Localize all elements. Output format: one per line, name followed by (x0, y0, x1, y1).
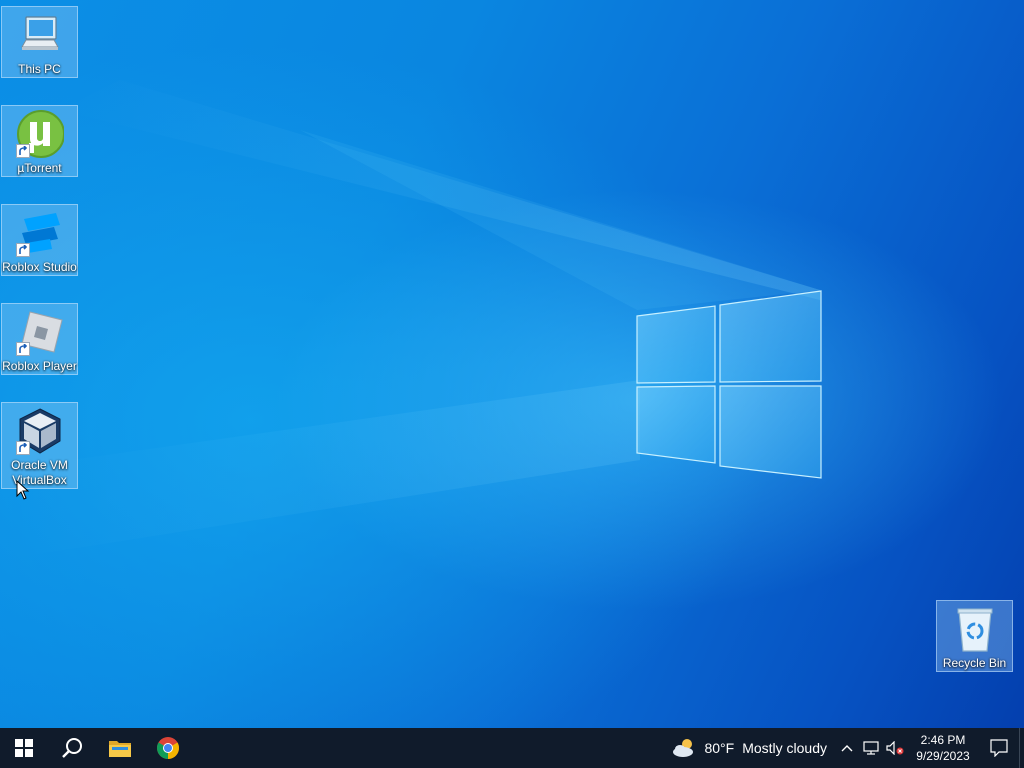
shortcut-arrow-icon (15, 144, 30, 158)
mouse-pointer-icon (16, 479, 30, 505)
network-icon (863, 741, 879, 755)
desktop-icon-utorrent[interactable]: µTorrent (1, 105, 78, 177)
volume-button[interactable] (883, 728, 907, 768)
desktop-icon-recycle-bin[interactable]: Recycle Bin (936, 600, 1013, 672)
desktop-icon-roblox-player[interactable]: Roblox Player (1, 303, 78, 375)
chevron-up-icon (841, 745, 853, 752)
desktop-icon-label: Roblox Player (2, 359, 77, 373)
show-desktop-button[interactable] (1019, 728, 1024, 768)
desktop-icon-roblox-studio[interactable]: Roblox Studio (1, 204, 78, 276)
taskbar-clock[interactable]: 2:46 PM 9/29/2023 (907, 728, 979, 768)
virtualbox-icon (15, 407, 64, 455)
desktop-icon-label: This PC (18, 62, 61, 76)
notification-icon (990, 739, 1008, 757)
partly-cloudy-icon (673, 739, 694, 757)
recycle-bin-icon (951, 605, 999, 653)
windows-logo-wallpaper (0, 80, 822, 560)
desktop-icon-label: µTorrent (17, 161, 62, 175)
shortcut-arrow-icon (15, 243, 30, 257)
search-icon (62, 738, 82, 758)
clock-date: 9/29/2023 (916, 749, 970, 763)
desktop-icon-label: Oracle VM VirtualBox (11, 458, 68, 487)
desktop-icon-virtualbox[interactable]: Oracle VM VirtualBox (1, 402, 78, 489)
clock-time: 2:46 PM (920, 733, 966, 747)
weather-condition: Mostly cloudy (742, 740, 827, 756)
desktop-wallpaper (0, 0, 1024, 728)
search-button[interactable] (48, 728, 96, 768)
chrome-icon (157, 737, 179, 759)
volume-muted-icon (886, 741, 904, 755)
shortcut-arrow-icon (15, 342, 30, 356)
file-explorer-icon (109, 741, 131, 757)
desktop-icon-this-pc[interactable]: This PC (1, 6, 78, 78)
system-tray: 80°F Mostly cloudy 2:46 PM 9/29/2023 (664, 728, 1024, 768)
desktop-icon-label: Recycle Bin (942, 656, 1007, 670)
weather-temperature: 80°F (704, 740, 735, 756)
desktop-icon-label: Roblox Studio (2, 260, 77, 274)
computer-icon (16, 11, 64, 59)
roblox-player-icon (15, 308, 64, 356)
action-center-button[interactable] (979, 728, 1019, 768)
start-button[interactable] (0, 728, 48, 768)
shortcut-arrow-icon (15, 441, 30, 455)
utorrent-icon (15, 110, 64, 158)
windows-start-icon (15, 739, 33, 757)
network-button[interactable] (859, 728, 883, 768)
taskbar-file-explorer[interactable] (96, 728, 144, 768)
roblox-studio-icon (15, 209, 64, 257)
weather-widget[interactable]: 80°F Mostly cloudy (664, 728, 835, 768)
taskbar-chrome[interactable] (144, 728, 192, 768)
taskbar: 80°F Mostly cloudy 2:46 PM 9/29/2023 (0, 728, 1024, 768)
show-hidden-icons-button[interactable] (835, 728, 859, 768)
